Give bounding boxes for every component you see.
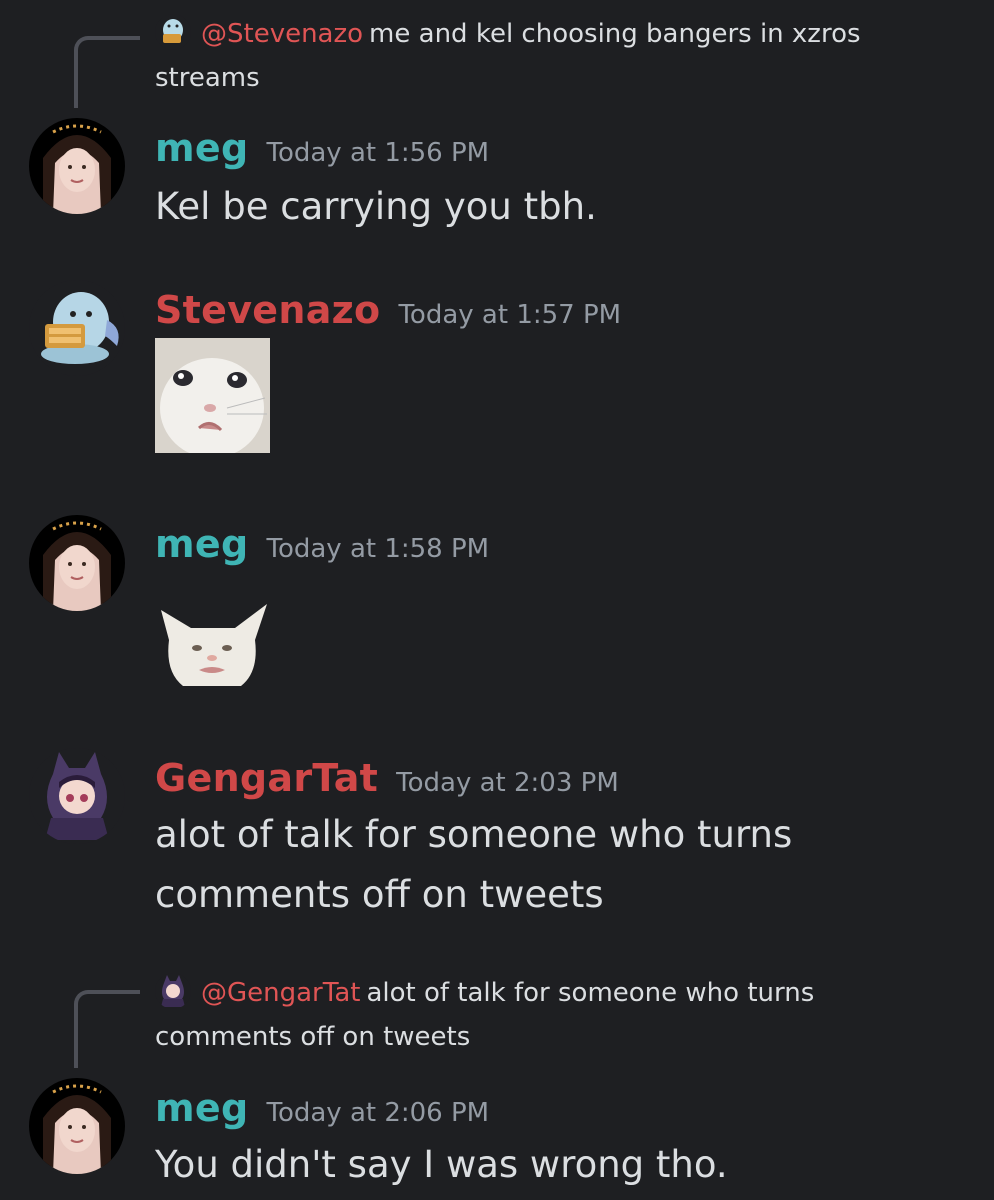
meg-avatar[interactable]: [29, 1078, 125, 1174]
message-text: Kel be carrying you tbh.: [155, 185, 597, 228]
message-header: meg Today at 1:56 PM: [155, 126, 489, 176]
timestamp[interactable]: Today at 2:06 PM: [266, 1098, 489, 1128]
reply-text: me and kel choosing bangers in xzros: [369, 19, 861, 49]
timestamp[interactable]: Today at 1:56 PM: [266, 138, 489, 168]
message-text-line-2: comments off on tweets: [155, 873, 604, 916]
message-text-line-1: alot of talk for someone who turns: [155, 813, 793, 856]
stevenazo-avatar[interactable]: [29, 280, 125, 376]
reply-preview[interactable]: @Stevenazo me and kel choosing bangers in…: [155, 12, 915, 56]
message-text: You didn't say I was wrong tho.: [155, 1143, 728, 1186]
reply-connector: [74, 990, 140, 1068]
timestamp[interactable]: Today at 1:57 PM: [398, 300, 621, 330]
gengartat-avatar-icon: [155, 973, 191, 1009]
timestamp[interactable]: Today at 2:03 PM: [396, 768, 619, 798]
meg-avatar[interactable]: [29, 515, 125, 611]
username[interactable]: meg: [155, 126, 248, 170]
stevenazo-avatar-icon: [155, 14, 191, 50]
username[interactable]: meg: [155, 1086, 248, 1130]
reply-text-continued: comments off on tweets: [155, 1022, 471, 1052]
username[interactable]: Stevenazo: [155, 288, 380, 332]
reply-mention[interactable]: @Stevenazo: [201, 19, 363, 49]
message-header: Stevenazo Today at 1:57 PM: [155, 288, 621, 338]
message-header: GengarTat Today at 2:03 PM: [155, 756, 619, 806]
username[interactable]: GengarTat: [155, 756, 378, 800]
timestamp[interactable]: Today at 1:58 PM: [266, 534, 489, 564]
reply-preview[interactable]: @GengarTat alot of talk for someone who t…: [155, 971, 915, 1015]
message-header: meg Today at 2:06 PM: [155, 1086, 489, 1136]
reply-text-continued: streams: [155, 63, 260, 93]
reply-mention[interactable]: @GengarTat: [201, 978, 360, 1008]
username[interactable]: meg: [155, 522, 248, 566]
message-header: meg Today at 1:58 PM: [155, 522, 489, 572]
reply-connector: [74, 36, 140, 108]
gengartat-avatar[interactable]: [29, 748, 125, 844]
smudge-cat-image[interactable]: [155, 600, 270, 690]
meg-avatar[interactable]: [29, 118, 125, 214]
reply-text: alot of talk for someone who turns: [366, 978, 815, 1008]
crying-cat-image[interactable]: [155, 338, 270, 453]
